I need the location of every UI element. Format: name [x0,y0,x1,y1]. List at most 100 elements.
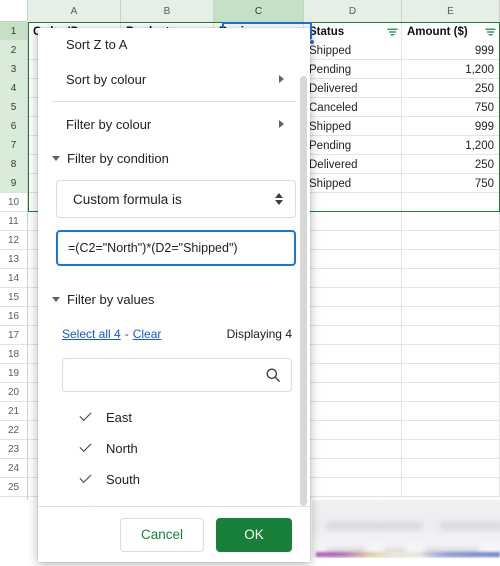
row-header-12[interactable]: 12 [0,231,27,250]
table-cell[interactable]: Delivered [304,155,402,174]
table-cell[interactable] [304,193,402,212]
values-search-input[interactable] [73,367,265,383]
menu-item-sort-z-a[interactable]: Sort Z to A [38,28,310,54]
row-header-13[interactable]: 13 [0,250,27,269]
section-filter-by-values[interactable]: Filter by values [38,284,310,314]
table-cell[interactable]: Pending [304,136,402,155]
filter-icon[interactable] [387,27,398,36]
row-header-25[interactable]: 25 [0,478,27,497]
table-cell[interactable]: 999 [402,117,500,136]
filter-value-item[interactable]: East [38,402,310,433]
row-header-15[interactable]: 15 [0,288,27,307]
table-cell[interactable] [304,440,402,459]
values-search-box[interactable] [62,358,292,392]
row-header-7[interactable]: 7 [0,136,27,155]
table-cell[interactable] [304,459,402,478]
table-cell[interactable] [402,193,500,212]
row-header-18[interactable]: 18 [0,345,27,364]
row-header-23[interactable]: 23 [0,440,27,459]
row-header-22[interactable]: 22 [0,421,27,440]
filter-value-item[interactable]: West [38,495,310,506]
column-title-cell[interactable]: Amount ($) [402,22,500,41]
column-header-e[interactable]: E [402,0,500,22]
checkmark-icon[interactable] [78,441,94,457]
checkmark-icon[interactable] [78,472,94,488]
table-cell[interactable] [402,231,500,250]
table-cell[interactable] [402,459,500,478]
row-header-20[interactable]: 20 [0,383,27,402]
table-cell[interactable] [304,250,402,269]
table-cell[interactable] [402,478,500,497]
table-cell[interactable]: Shipped [304,117,402,136]
table-cell[interactable]: Canceled [304,98,402,117]
table-cell[interactable]: 750 [402,98,500,117]
table-cell[interactable] [304,326,402,345]
column-header-d[interactable]: D [304,0,402,22]
column-header-a[interactable]: A [28,0,121,22]
row-header-5[interactable]: 5 [0,98,27,117]
row-header-4[interactable]: 4 [0,79,27,98]
row-header-3[interactable]: 3 [0,60,27,79]
table-cell[interactable] [304,478,402,497]
row-header-17[interactable]: 17 [0,326,27,345]
checkmark-icon[interactable] [78,410,94,426]
section-filter-by-condition[interactable]: Filter by condition [38,143,310,173]
table-cell[interactable] [304,383,402,402]
table-cell[interactable]: 1,200 [402,60,500,79]
menu-item-filter-by-colour[interactable]: Filter by colour [38,109,310,139]
filter-icon[interactable] [485,27,496,36]
filter-value-item[interactable]: South [38,464,310,495]
row-header-10[interactable]: 10 [0,193,27,212]
table-cell[interactable] [402,250,500,269]
row-header-8[interactable]: 8 [0,155,27,174]
table-cell[interactable] [402,440,500,459]
row-header-6[interactable]: 6 [0,117,27,136]
table-cell[interactable] [304,269,402,288]
filter-value-item[interactable]: North [38,433,310,464]
table-cell[interactable]: Delivered [304,79,402,98]
table-cell[interactable]: Shipped [304,41,402,60]
select-all-corner[interactable] [0,0,28,22]
table-cell[interactable] [402,307,500,326]
ok-button[interactable]: OK [216,517,292,552]
custom-formula-input[interactable]: =(C2="North")*(D2="Shipped") [56,230,296,266]
table-cell[interactable] [402,326,500,345]
column-title-cell[interactable]: Status [304,22,402,41]
filter-panel-scrollbar[interactable] [300,76,307,506]
table-cell[interactable]: 250 [402,79,500,98]
row-header-19[interactable]: 19 [0,364,27,383]
table-cell[interactable]: Shipped [304,174,402,193]
condition-select[interactable]: Custom formula is [56,180,296,218]
select-all-link[interactable]: Select all 4 [62,327,121,341]
table-cell[interactable]: Pending [304,60,402,79]
row-header-11[interactable]: 11 [0,212,27,231]
table-cell[interactable] [402,421,500,440]
table-cell[interactable] [304,212,402,231]
table-cell[interactable] [304,231,402,250]
table-cell[interactable] [304,345,402,364]
table-cell[interactable] [304,307,402,326]
column-header-c[interactable]: C [214,0,304,22]
row-header-24[interactable]: 24 [0,459,27,478]
table-cell[interactable] [304,421,402,440]
table-cell[interactable]: 1,200 [402,136,500,155]
menu-item-sort-by-colour[interactable]: Sort by colour [38,64,310,94]
cancel-button[interactable]: Cancel [120,517,204,552]
table-cell[interactable] [304,288,402,307]
table-cell[interactable]: 999 [402,41,500,60]
row-header-9[interactable]: 9 [0,174,27,193]
table-cell[interactable] [304,402,402,421]
table-cell[interactable] [402,383,500,402]
table-cell[interactable] [402,288,500,307]
row-header-1[interactable]: 1 [0,22,27,41]
table-cell[interactable] [304,364,402,383]
table-cell[interactable]: 750 [402,174,500,193]
row-header-14[interactable]: 14 [0,269,27,288]
row-header-2[interactable]: 2 [0,41,27,60]
table-cell[interactable] [402,345,500,364]
table-cell[interactable] [402,402,500,421]
clear-link[interactable]: Clear [133,327,162,341]
row-header-16[interactable]: 16 [0,307,27,326]
column-header-b[interactable]: B [121,0,214,22]
table-cell[interactable] [402,269,500,288]
